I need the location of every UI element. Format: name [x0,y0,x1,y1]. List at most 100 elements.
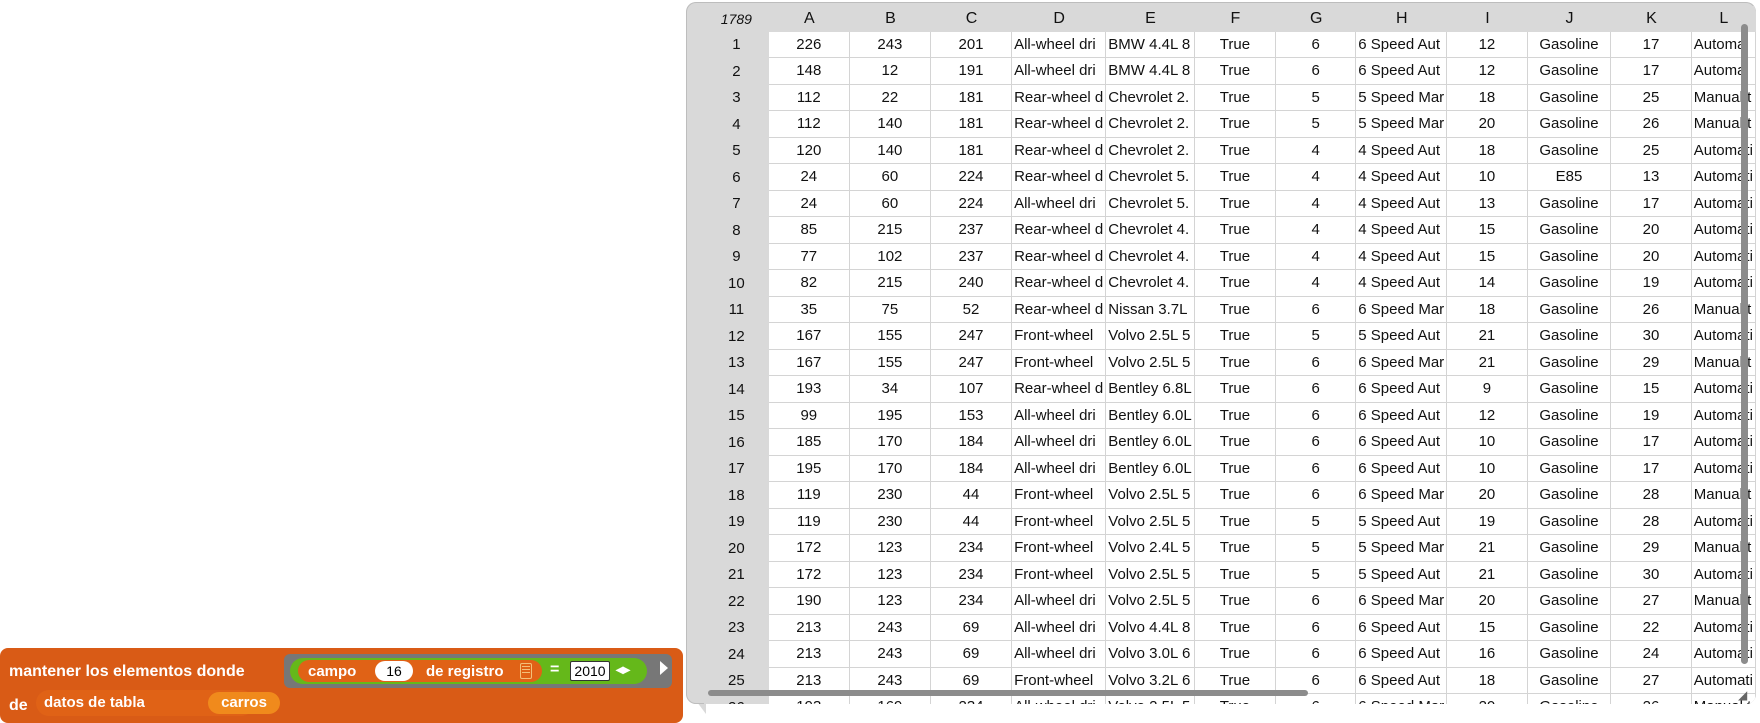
collapse-arrow-icon[interactable] [660,661,668,675]
table-cell: 17 [1611,31,1692,58]
table-cell: 6 [1276,429,1357,456]
table-cell: 6 [1276,376,1357,403]
table-cell: 21 [1447,323,1528,350]
table-cell: 5 [1276,111,1357,138]
table-cell: 30 [1611,323,1692,350]
field-of-record-block[interactable]: campo de registro [298,660,542,682]
table-cell: Gasoline [1527,31,1612,58]
table-cell: 184 [930,429,1013,456]
table-cell: Front-wheel [1012,535,1107,562]
table-view[interactable]: 1789 ABCDEFGHIJKL 1 226 243 201 All-wheel dr… [686,2,1756,704]
table-cell: 18 [1447,84,1528,111]
compare-value-input[interactable]: 2010 [570,661,610,681]
table-cell: 140 [849,137,931,164]
table-cell: 26 [1611,694,1692,704]
table-cell: 44 [930,508,1013,535]
table-cell: 4 Speed Aut [1356,270,1448,297]
table-cell: True [1194,190,1277,217]
table-cell: All-wheel dri [1012,429,1107,456]
table-cell: 112 [768,111,850,138]
table-cell: 6 Speed Aut [1356,614,1448,641]
table-cell: 243 [849,641,931,668]
table-cell: Gasoline [1527,641,1612,668]
row-number: 2 [704,58,769,85]
row-number: 20 [704,535,769,562]
table-cell: Rear-wheel d [1012,243,1107,270]
expand-arrows-icon[interactable]: ◂▸ [616,661,630,678]
table-cell: 234 [930,535,1013,562]
table-cell: 185 [768,429,850,456]
table-cell: Rear-wheel d [1012,296,1107,323]
table-row: 2 148 12 191 All-wheel dri BMW 4.4L 8 True 6 6 S… [704,58,1756,85]
table-data-block[interactable]: datos de tabla carros [36,690,280,716]
table-row: 18 119 230 44 Front-wheel Volvo 2.5L 5 True 6 6 … [704,482,1756,509]
table-cell: 24 [1611,641,1692,668]
table-cell: 16 [1447,641,1528,668]
table-cell: Chevrolet 5. [1106,190,1195,217]
table-cell: True [1194,323,1277,350]
table-cell: Volvo 2.5L 5 [1106,482,1195,509]
table-cell: 75 [849,296,931,323]
table-cell: 4 Speed Aut [1356,217,1448,244]
field-number-input[interactable]: 16 [375,661,413,681]
row-number: 1 [704,31,769,58]
table-cell: 19 [1447,508,1528,535]
table-cell: 201 [930,31,1013,58]
from-label: de [9,697,28,714]
keep-items-block[interactable]: mantener los elementos donde campo de re… [0,648,683,723]
variable-carros[interactable]: carros [208,692,280,714]
table-cell: 234 [930,561,1013,588]
table-cell: 6 [1276,588,1357,615]
table-cell: 120 [768,137,850,164]
table-cell: 12 [1447,58,1528,85]
table-cell: BMW 4.4L 8 [1106,31,1195,58]
table-cell: Gasoline [1527,349,1612,376]
table-cell: 230 [849,482,931,509]
table-cell: 237 [930,217,1013,244]
data-table: 1789 ABCDEFGHIJKL 1 226 243 201 All-wheel dr… [704,6,1756,704]
table-cell: Gasoline [1527,58,1612,85]
vertical-scrollbar[interactable] [1741,24,1748,664]
table-cell: 181 [930,84,1013,111]
table-cell: Front-wheel [1012,482,1107,509]
table-cell: 4 Speed Aut [1356,137,1448,164]
table-cell: 6 [1276,482,1357,509]
table-cell: Gasoline [1527,243,1612,270]
keep-items-label: mantener los elementos donde [9,663,245,680]
table-cell: 6 [1276,402,1357,429]
table-cell: 6 Speed Mar [1356,694,1448,704]
table-cell: 4 [1276,243,1357,270]
table-cell: 6 Speed Aut [1356,429,1448,456]
row-number: 19 [704,508,769,535]
horizontal-scrollbar[interactable] [708,690,1308,696]
table-cell: All-wheel dri [1012,455,1107,482]
table-cell: 25 [1611,84,1692,111]
table-cell: 29 [1611,349,1692,376]
table-cell: 6 Speed Aut [1356,667,1448,694]
table-cell: 170 [849,429,931,456]
table-cell: 102 [849,243,931,270]
table-cell: 21 [1447,349,1528,376]
table-cell: 6 Speed Aut [1356,455,1448,482]
table-cell: Gasoline [1527,588,1612,615]
resize-handle-icon[interactable]: ◢ [1738,688,1752,702]
table-cell: 4 [1276,270,1357,297]
table-cell: True [1194,614,1277,641]
table-cell: 18 [1447,137,1528,164]
table-cell: Gasoline [1527,296,1612,323]
table-row: 8 85 215 237 Rear-wheel d Chevrolet 4. True 4 4 … [704,217,1756,244]
table-cell: 224 [930,190,1013,217]
table-cell: 195 [849,402,931,429]
table-cell: 6 [1276,31,1357,58]
table-cell: 28 [1611,508,1692,535]
table-cell: Gasoline [1527,137,1612,164]
table-cell: 10 [1447,164,1528,191]
table-cell: Front-wheel [1012,508,1107,535]
row-number: 24 [704,641,769,668]
table-row: 19 119 230 44 Front-wheel Volvo 2.5L 5 True 5 5 … [704,508,1756,535]
table-cell: 27 [1611,667,1692,694]
table-body: 1 226 243 201 All-wheel dri BMW 4.4L 8 True 6 6 … [704,31,1756,704]
table-cell: Gasoline [1527,429,1612,456]
table-cell: 234 [930,588,1013,615]
table-row: 3 112 22 181 Rear-wheel d Chevrolet 2. True 5 5 … [704,84,1756,111]
